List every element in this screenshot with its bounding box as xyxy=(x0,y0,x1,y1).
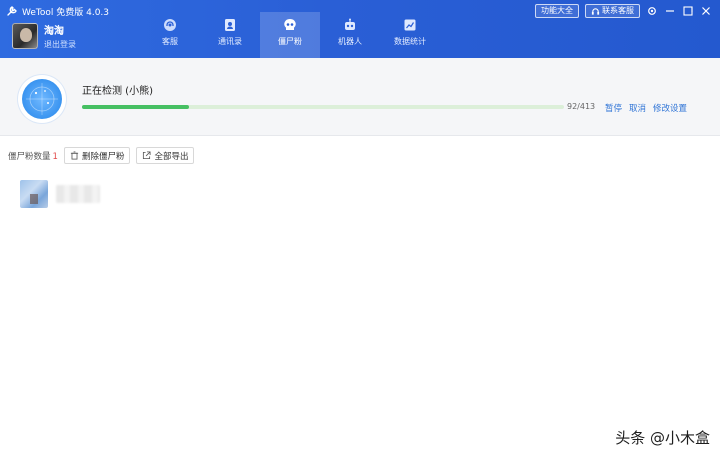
tab-robot[interactable]: 机器人 xyxy=(320,12,380,58)
user-name: 淘淘 xyxy=(44,26,64,37)
detection-panel: 正在检测 (小熊) 92/413 暂停 取消 修改设置 xyxy=(0,58,720,136)
support-button[interactable]: 联系客服 xyxy=(585,4,640,18)
features-button[interactable]: 功能大全 xyxy=(535,4,579,18)
close-icon xyxy=(702,7,710,15)
detection-actions: 暂停 取消 修改设置 xyxy=(605,102,687,114)
maximize-icon xyxy=(683,6,693,16)
zombie-count-value: 1 xyxy=(52,151,58,162)
radar-icon xyxy=(18,75,66,123)
stats-icon xyxy=(404,19,416,31)
tab-label: 客服 xyxy=(162,37,178,46)
detection-status: 正在检测 (小熊) xyxy=(82,86,153,97)
main-nav: 客服 通讯录 僵尸粉 机器人 数据统计 xyxy=(140,12,440,58)
progress-fill xyxy=(82,105,190,109)
headset-icon xyxy=(591,7,600,15)
progress-bar xyxy=(82,105,564,109)
tab-label: 机器人 xyxy=(338,37,362,46)
wetool-logo-icon xyxy=(7,6,17,16)
tab-label: 数据统计 xyxy=(394,37,426,46)
tab-label: 通讯录 xyxy=(218,37,242,46)
tab-label: 僵尸粉 xyxy=(278,37,302,46)
watermark: 头条 @小木盒 xyxy=(615,429,710,447)
support-label: 联系客服 xyxy=(602,6,634,15)
export-icon xyxy=(143,151,151,160)
export-all-button[interactable]: 全部导出 xyxy=(136,147,195,164)
cancel-link[interactable]: 取消 xyxy=(629,102,646,114)
zombie-count: 僵尸粉数量 1 xyxy=(8,150,58,162)
tab-customer-service[interactable]: 客服 xyxy=(140,12,200,58)
minimize-icon xyxy=(666,10,674,12)
trash-icon xyxy=(70,151,79,160)
robot-icon xyxy=(345,18,355,30)
app-header: WeTool 免费版 4.0.3 淘淘 退出登录 客服 通讯录 僵尸粉 机器人 … xyxy=(0,0,720,58)
user-profile: 淘淘 退出登录 xyxy=(12,22,76,50)
contact-name-blurred xyxy=(56,185,100,203)
skull-icon xyxy=(284,18,296,30)
zombie-toolbar: 僵尸粉数量 1 删除僵尸粉 全部导出 xyxy=(8,147,195,164)
title-bar: WeTool 免费版 4.0.3 xyxy=(6,4,109,18)
delete-zombie-label: 删除僵尸粉 xyxy=(81,151,125,162)
maximize-button[interactable] xyxy=(682,5,694,17)
list-item[interactable] xyxy=(20,180,100,208)
contacts-icon xyxy=(225,19,235,31)
avatar[interactable] xyxy=(12,23,38,49)
radar-grid-icon xyxy=(26,83,58,115)
export-all-label: 全部导出 xyxy=(154,151,189,162)
progress-count: 92/413 xyxy=(567,102,596,111)
contact-avatar xyxy=(20,180,48,208)
tab-contacts[interactable]: 通讯录 xyxy=(200,12,260,58)
tab-zombie-fans[interactable]: 僵尸粉 xyxy=(260,12,320,58)
pause-link[interactable]: 暂停 xyxy=(605,102,622,114)
settings-button[interactable] xyxy=(646,5,658,17)
logout-link[interactable]: 退出登录 xyxy=(44,39,76,50)
tab-data-stats[interactable]: 数据统计 xyxy=(380,12,440,58)
headset-icon xyxy=(164,19,176,31)
app-title: WeTool 免费版 4.0.3 xyxy=(22,7,110,18)
minimize-button[interactable] xyxy=(664,5,676,17)
delete-zombie-button[interactable]: 删除僵尸粉 xyxy=(63,147,131,164)
settings-icon xyxy=(648,7,656,15)
close-button[interactable] xyxy=(700,5,712,17)
zombie-count-label: 僵尸粉数量 xyxy=(8,151,51,162)
window-controls: 功能大全 联系客服 xyxy=(535,4,712,18)
modify-settings-link[interactable]: 修改设置 xyxy=(653,102,687,114)
